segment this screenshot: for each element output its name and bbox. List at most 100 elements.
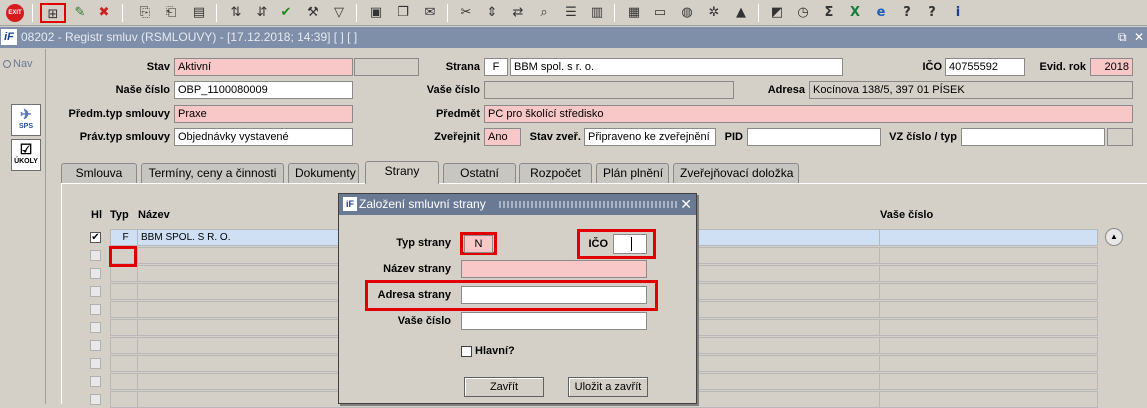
explorer-icon[interactable]: e xyxy=(871,3,891,23)
new-record-icon[interactable]: ⊞ xyxy=(40,3,66,23)
edit-icon[interactable]: ✎ xyxy=(70,3,90,23)
typ-cell[interactable] xyxy=(110,391,138,408)
vz-type-field[interactable] xyxy=(1107,128,1133,146)
vase-cislo-field[interactable] xyxy=(484,81,734,99)
tab-zverejnovaci-dolozka[interactable]: Zveřejňovací doložka xyxy=(673,163,799,183)
delete-icon[interactable]: ✖ xyxy=(94,3,114,23)
typ-cell[interactable] xyxy=(110,373,138,390)
evid-rok-field[interactable]: 2018 xyxy=(1090,58,1133,76)
stav-zver-field[interactable]: Připraveno ke zveřejnění xyxy=(584,128,716,146)
paste-icon[interactable]: ⎗ xyxy=(161,3,181,23)
save-icon[interactable]: ▭ xyxy=(650,3,670,23)
tab-smlouva[interactable]: Smlouva xyxy=(61,163,137,183)
dialog-vase-cislo-field[interactable] xyxy=(461,312,647,330)
zverejnit-field[interactable]: Ano xyxy=(484,128,521,146)
page-icon[interactable]: ❐ xyxy=(393,3,413,23)
scroll-up-icon[interactable]: ▲ xyxy=(1105,228,1123,246)
tab-ostatni[interactable]: Ostatní xyxy=(443,163,516,183)
typ-cell[interactable] xyxy=(110,355,138,372)
tab-plan-plneni[interactable]: Plán plnění xyxy=(596,163,669,183)
typ-cell[interactable] xyxy=(110,301,138,318)
print-icon[interactable]: ▤ xyxy=(189,3,209,23)
typ-cell[interactable]: F xyxy=(110,229,138,246)
vase-cislo-cell[interactable] xyxy=(879,373,1098,390)
pid-field[interactable] xyxy=(747,128,881,146)
tab-strany[interactable]: Strany xyxy=(365,161,439,184)
ico-field[interactable]: 40755592 xyxy=(945,58,1025,76)
hl-checkbox[interactable] xyxy=(90,304,101,315)
dialog-close-icon[interactable]: ✕ xyxy=(680,194,692,215)
ulozit-a-zavrit-button[interactable]: Uložit a zavřít xyxy=(568,377,648,397)
hl-checkbox[interactable] xyxy=(90,340,101,351)
vase-cislo-cell[interactable] xyxy=(879,319,1098,336)
tab-dokumenty[interactable]: Dokumenty xyxy=(288,163,359,183)
hl-checkbox[interactable]: ✔ xyxy=(90,232,101,243)
predmet-field[interactable]: PC pro školící středisko xyxy=(484,105,1133,123)
chart-icon[interactable]: ◩ xyxy=(767,3,787,23)
adresa-strany-field[interactable] xyxy=(461,286,647,304)
tab-terminy[interactable]: Termíny, ceny a činnosti xyxy=(141,163,284,183)
filter-icon[interactable]: ▽ xyxy=(329,3,349,23)
vase-cislo-cell[interactable] xyxy=(879,247,1098,264)
warning-icon[interactable]: ▲ xyxy=(731,3,751,23)
vase-cislo-cell[interactable] xyxy=(879,391,1098,408)
vase-cislo-cell[interactable] xyxy=(879,229,1098,246)
vase-cislo-cell[interactable] xyxy=(879,301,1098,318)
copy-icon[interactable]: ⎘ xyxy=(135,3,155,23)
nazev-strany-field[interactable] xyxy=(461,260,647,278)
vz-field[interactable] xyxy=(961,128,1105,146)
vase-cislo-cell[interactable] xyxy=(879,283,1098,300)
cut-icon[interactable]: ✂ xyxy=(456,3,476,23)
hl-checkbox[interactable] xyxy=(90,250,101,261)
hl-checkbox[interactable] xyxy=(90,358,101,369)
settings-icon[interactable]: ✲ xyxy=(704,3,724,23)
wrench-icon[interactable]: ⚒ xyxy=(303,3,323,23)
excel-icon[interactable]: X xyxy=(845,3,865,23)
prav-typ-field[interactable]: Objednávky vystavené xyxy=(174,128,353,146)
mail-icon[interactable]: ✉ xyxy=(420,3,440,23)
hl-checkbox[interactable] xyxy=(90,286,101,297)
printer-icon[interactable]: ▣ xyxy=(366,3,386,23)
zoom-icon[interactable]: ⌕ xyxy=(534,3,554,23)
vase-cislo-cell[interactable] xyxy=(879,355,1098,372)
confirm-icon[interactable]: ✔ xyxy=(276,3,296,23)
vase-cislo-cell[interactable] xyxy=(879,265,1098,282)
list-icon[interactable]: ☰ xyxy=(561,3,581,23)
calculator-icon[interactable]: ▦ xyxy=(624,3,644,23)
strana-name-field[interactable]: BBM spol. s r. o. xyxy=(510,58,843,76)
typ-strany-field[interactable]: N xyxy=(464,235,493,253)
close-icon[interactable]: ✕ xyxy=(1134,27,1144,48)
strana-code-field[interactable]: F xyxy=(484,58,508,76)
hlavni-checkbox[interactable] xyxy=(461,346,472,357)
columns-icon[interactable]: ▥ xyxy=(587,3,607,23)
zavrit-button[interactable]: Zavřít xyxy=(464,377,544,397)
hl-checkbox[interactable] xyxy=(90,394,101,405)
clock-icon[interactable]: ◷ xyxy=(793,3,813,23)
predm-typ-field[interactable]: Praxe xyxy=(174,105,353,123)
sort-desc-icon[interactable]: ⇵ xyxy=(252,3,272,23)
dialog-ico-field[interactable] xyxy=(613,234,647,254)
help-pointer-icon[interactable]: ? xyxy=(922,3,942,23)
typ-cell[interactable] xyxy=(110,337,138,354)
adresa-field[interactable]: Kocínova 138/5, 397 01 PÍSEK xyxy=(809,81,1133,99)
typ-cell[interactable] xyxy=(110,265,138,282)
transfer-icon[interactable]: ⇄ xyxy=(508,3,528,23)
hl-checkbox[interactable] xyxy=(90,376,101,387)
globe-icon[interactable]: ◍ xyxy=(677,3,697,23)
ukoly-button[interactable]: ☑ ÚKOLY xyxy=(11,139,41,171)
sum-icon[interactable]: Σ xyxy=(819,3,839,23)
nase-cislo-field[interactable]: OBP_1100080009 xyxy=(174,81,353,99)
vase-cislo-cell[interactable] xyxy=(879,337,1098,354)
typ-cell[interactable] xyxy=(110,283,138,300)
info-icon[interactable]: i xyxy=(948,3,968,23)
exit-icon[interactable]: EXIT xyxy=(6,4,24,22)
nav-toggle[interactable]: Nav xyxy=(3,58,33,70)
typ-cell[interactable] xyxy=(110,319,138,336)
restore-icon[interactable]: ⧉ xyxy=(1118,27,1127,48)
arrows-icon[interactable]: ⇕ xyxy=(482,3,502,23)
help-icon[interactable]: ? xyxy=(897,3,917,23)
tab-rozpocet[interactable]: Rozpočet xyxy=(519,163,592,183)
sort-asc-icon[interactable]: ⇅ xyxy=(226,3,246,23)
hl-checkbox[interactable] xyxy=(90,322,101,333)
hl-checkbox[interactable] xyxy=(90,268,101,279)
